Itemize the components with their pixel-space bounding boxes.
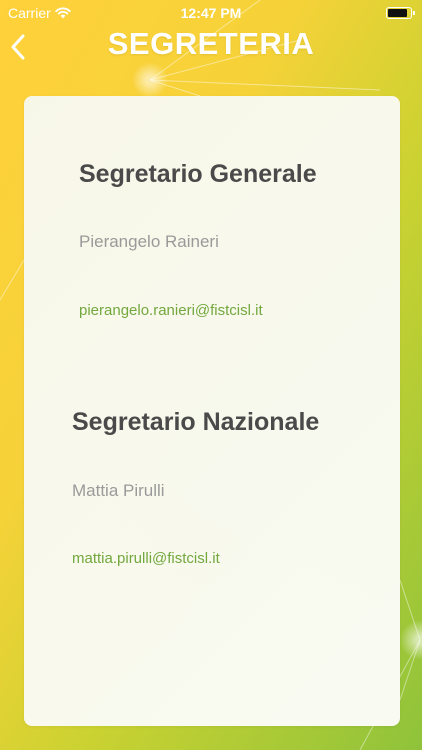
section-title: Segretario Nazionale [72, 408, 320, 436]
person-name: Pierangelo Raineri [79, 232, 219, 251]
section-title: Segretario Generale [79, 160, 317, 188]
page-title: SEGRETERIA [107, 26, 315, 61]
battery-level [388, 9, 407, 17]
app-screen: Carrier 12:47 PM SEGRETERIA Segretario G… [0, 0, 422, 750]
battery-icon [386, 7, 415, 19]
clock: 12:47 PM [180, 5, 242, 21]
email-link[interactable]: pierangelo.ranieri@fistcisl.it [79, 302, 263, 319]
navigation-bar: SEGRETERIA [0, 22, 422, 68]
contacts-card: Segretario Generale Pierangelo Raineri p… [24, 96, 400, 726]
email-link[interactable]: mattia.pirulli@fistcisl.it [72, 550, 220, 567]
person-name: Mattia Pirulli [72, 481, 165, 500]
